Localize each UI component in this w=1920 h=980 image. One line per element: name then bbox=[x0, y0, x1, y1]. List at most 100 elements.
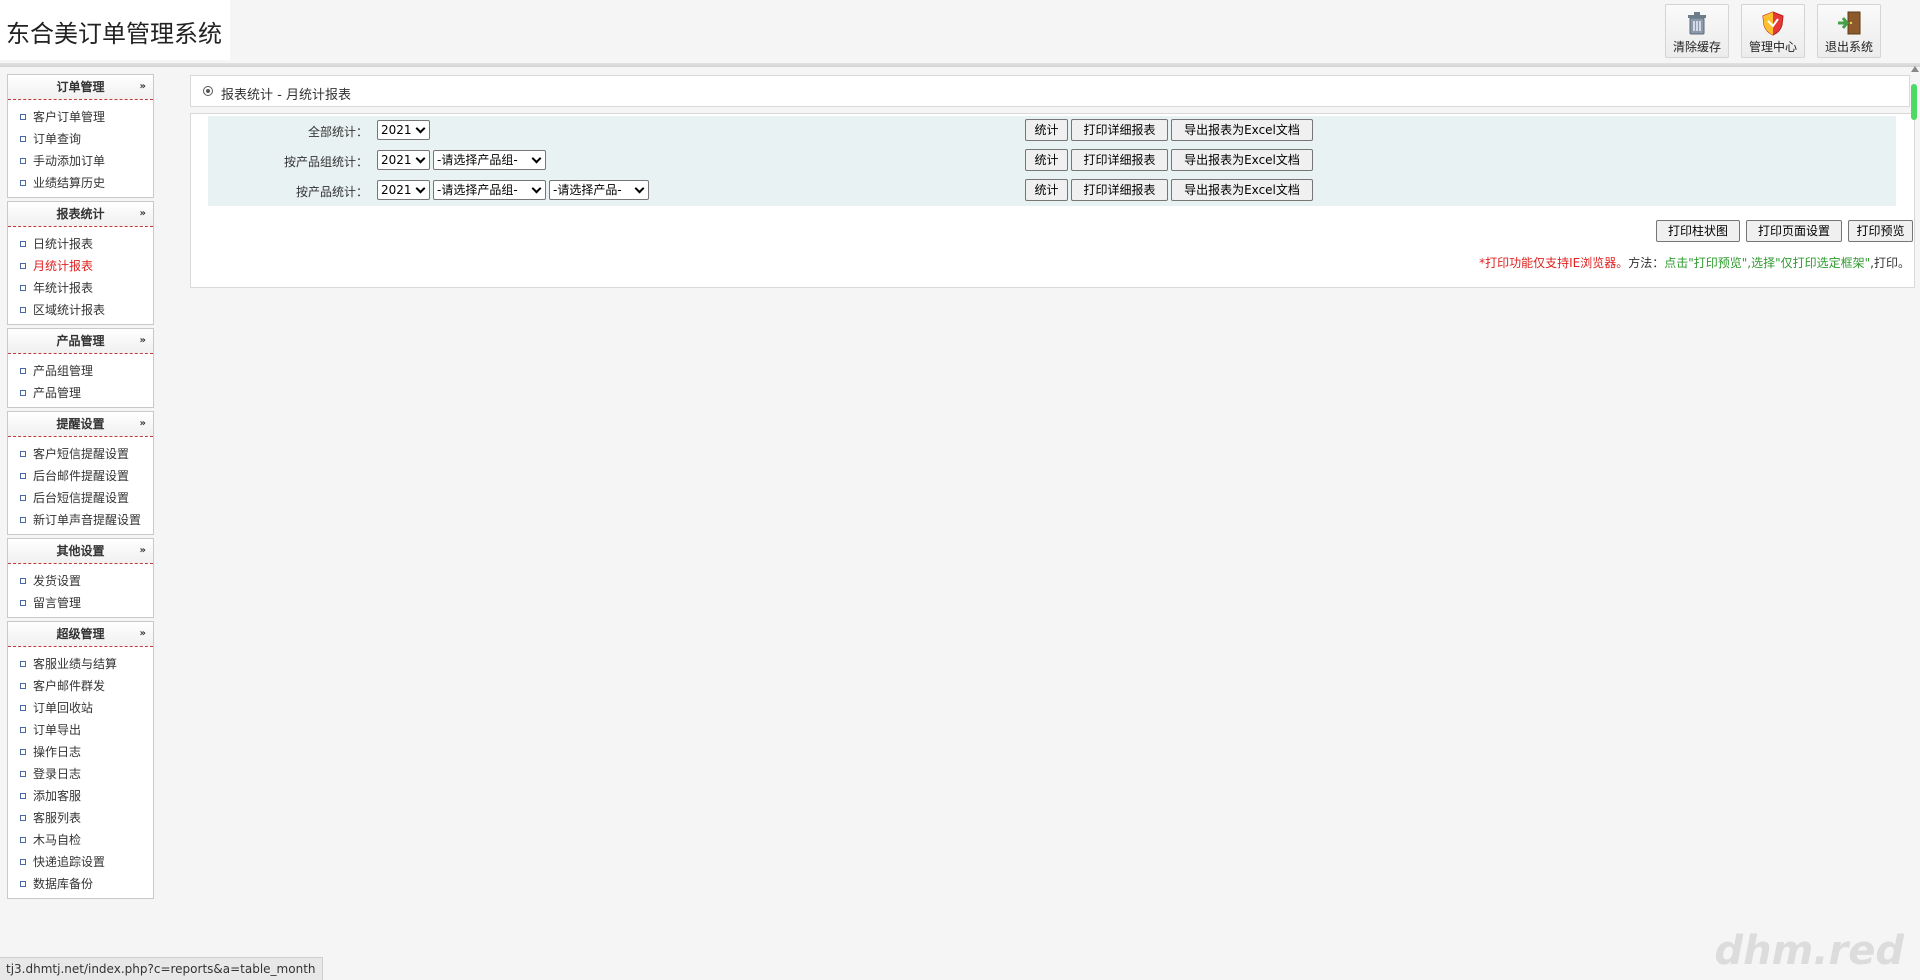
sidebar-item-express-tracking[interactable]: 快递追踪设置 bbox=[8, 851, 153, 873]
clear-cache-button[interactable]: 清除缓存 bbox=[1665, 4, 1729, 58]
year-select[interactable]: 2021 bbox=[377, 120, 430, 140]
bullet-icon bbox=[20, 578, 26, 584]
bullet-icon bbox=[20, 881, 26, 887]
breadcrumb: 报表统计 - 月统计报表 bbox=[190, 75, 1910, 107]
sidebar-item-messages[interactable]: 留言管理 bbox=[8, 592, 153, 614]
print-detail-button[interactable]: 打印详细报表 bbox=[1071, 119, 1168, 141]
year-select[interactable]: 2021 bbox=[377, 150, 430, 170]
sidebar-item-label: 订单回收站 bbox=[33, 701, 94, 715]
sidebar-item-products[interactable]: 产品管理 bbox=[8, 382, 153, 404]
panel-header-products[interactable]: 产品管理 » bbox=[8, 329, 153, 354]
bullet-icon bbox=[20, 600, 26, 606]
sidebar-item-label: 年统计报表 bbox=[33, 281, 94, 295]
bullet-icon bbox=[20, 451, 26, 457]
print-note-end: ,打印。 bbox=[1870, 256, 1910, 270]
panel-header-orders[interactable]: 订单管理 » bbox=[8, 75, 153, 100]
sidebar-item-region-report[interactable]: 区域统计报表 bbox=[8, 299, 153, 321]
product-group-select[interactable]: -请选择产品组- bbox=[433, 180, 546, 200]
report-content: 全部统计： 2021 统计 打印详细报表 导出报表为Excel文档 按产品组统计… bbox=[190, 113, 1915, 288]
sidebar-item-db-backup[interactable]: 数据库备份 bbox=[8, 873, 153, 895]
sidebar-item-monthly-report[interactable]: 月统计报表 bbox=[8, 255, 153, 277]
sidebar-item-product-groups[interactable]: 产品组管理 bbox=[8, 360, 153, 382]
sidebar-item-label: 月统计报表 bbox=[33, 259, 94, 273]
product-group-select[interactable]: -请选择产品组- bbox=[433, 150, 546, 170]
panel-title: 报表统计 bbox=[56, 207, 105, 221]
export-excel-button[interactable]: 导出报表为Excel文档 bbox=[1171, 179, 1313, 201]
filter-label: 按产品统计： bbox=[295, 185, 368, 199]
panel-title: 其他设置 bbox=[56, 544, 105, 558]
chevron-down-icon: » bbox=[139, 418, 146, 429]
scroll-up-arrow-icon[interactable] bbox=[1911, 66, 1919, 72]
sidebar-item-staff-performance[interactable]: 客服业绩与结算 bbox=[8, 653, 153, 675]
year-select[interactable]: 2021 bbox=[377, 180, 430, 200]
chevron-down-icon: » bbox=[139, 335, 146, 346]
panel-title: 提醒设置 bbox=[56, 417, 105, 431]
sidebar-item-bulk-email[interactable]: 客户邮件群发 bbox=[8, 675, 153, 697]
panel-header-reminders[interactable]: 提醒设置 » bbox=[8, 412, 153, 437]
sidebar-item-login-log[interactable]: 登录日志 bbox=[8, 763, 153, 785]
sidebar-item-sound-alert[interactable]: 新订单声音提醒设置 bbox=[8, 509, 153, 531]
bullet-icon bbox=[20, 285, 26, 291]
sidebar-item-trojan-check[interactable]: 木马自检 bbox=[8, 829, 153, 851]
panel-title: 产品管理 bbox=[56, 334, 105, 348]
sidebar-item-order-export[interactable]: 订单导出 bbox=[8, 719, 153, 741]
sidebar-item-label: 操作日志 bbox=[33, 745, 82, 759]
filter-row-product: 按产品统计： 2021 -请选择产品组- -请选择产品- 统计 打印详细报表 导… bbox=[208, 179, 1896, 203]
sidebar-item-label: 客户短信提醒设置 bbox=[33, 447, 130, 461]
sidebar-item-label: 客户订单管理 bbox=[33, 110, 106, 124]
admin-center-button[interactable]: 管理中心 bbox=[1741, 4, 1805, 58]
sidebar-item-label: 业绩结算历史 bbox=[33, 176, 106, 190]
sidebar-item-label: 发货设置 bbox=[33, 574, 82, 588]
sidebar-item-order-query[interactable]: 订单查询 bbox=[8, 128, 153, 150]
scrollbar[interactable] bbox=[1911, 64, 1920, 120]
filter-row-product-group: 按产品组统计： 2021 -请选择产品组- 统计 打印详细报表 导出报表为Exc… bbox=[208, 149, 1896, 173]
clear-cache-label: 清除缓存 bbox=[1672, 40, 1721, 54]
watermark: dhm.red bbox=[1714, 928, 1904, 974]
trash-icon bbox=[1688, 12, 1706, 35]
sidebar-item-admin-email[interactable]: 后台邮件提醒设置 bbox=[8, 465, 153, 487]
print-detail-button[interactable]: 打印详细报表 bbox=[1071, 179, 1168, 201]
print-bar-chart-button[interactable]: 打印柱状图 bbox=[1656, 220, 1740, 242]
bullet-icon bbox=[20, 307, 26, 313]
stat-button[interactable]: 统计 bbox=[1025, 149, 1068, 171]
panel-header-super-admin[interactable]: 超级管理 » bbox=[8, 622, 153, 647]
sidebar-item-label: 数据库备份 bbox=[33, 877, 94, 891]
sidebar-panel-orders: 订单管理 » 客户订单管理 订单查询 手动添加订单 业绩结算历史 bbox=[7, 74, 154, 198]
sidebar-item-label: 后台短信提醒设置 bbox=[33, 491, 130, 505]
sidebar-item-label: 留言管理 bbox=[33, 596, 82, 610]
sidebar-item-customer-orders[interactable]: 客户订单管理 bbox=[8, 106, 153, 128]
sidebar-item-label: 登录日志 bbox=[33, 767, 82, 781]
product-select[interactable]: -请选择产品- bbox=[549, 180, 649, 200]
sidebar-item-staff-list[interactable]: 客服列表 bbox=[8, 807, 153, 829]
chevron-down-icon: » bbox=[139, 545, 146, 556]
scroll-thumb[interactable] bbox=[1911, 84, 1917, 120]
stat-button[interactable]: 统计 bbox=[1025, 179, 1068, 201]
sidebar-item-daily-report[interactable]: 日统计报表 bbox=[8, 233, 153, 255]
sidebar-item-add-order[interactable]: 手动添加订单 bbox=[8, 150, 153, 172]
sidebar-panel-super-admin: 超级管理 » 客服业绩与结算 客户邮件群发 订单回收站 订单导出 操作日志 登录… bbox=[7, 621, 154, 899]
sidebar-item-order-recycle[interactable]: 订单回收站 bbox=[8, 697, 153, 719]
panel-header-other[interactable]: 其他设置 » bbox=[8, 539, 153, 564]
sidebar-item-customer-sms[interactable]: 客户短信提醒设置 bbox=[8, 443, 153, 465]
print-preview-button[interactable]: 打印预览 bbox=[1848, 220, 1913, 242]
export-excel-button[interactable]: 导出报表为Excel文档 bbox=[1171, 149, 1313, 171]
print-detail-button[interactable]: 打印详细报表 bbox=[1071, 149, 1168, 171]
panel-header-reports[interactable]: 报表统计 » bbox=[8, 202, 153, 227]
sidebar-item-yearly-report[interactable]: 年统计报表 bbox=[8, 277, 153, 299]
bullet-icon bbox=[20, 815, 26, 821]
print-page-setup-button[interactable]: 打印页面设置 bbox=[1746, 220, 1842, 242]
export-excel-button[interactable]: 导出报表为Excel文档 bbox=[1171, 119, 1313, 141]
logout-button[interactable]: 退出系统 bbox=[1817, 4, 1881, 58]
sidebar-item-shipping[interactable]: 发货设置 bbox=[8, 570, 153, 592]
shield-icon bbox=[1762, 11, 1784, 36]
sidebar-item-add-staff[interactable]: 添加客服 bbox=[8, 785, 153, 807]
admin-center-label: 管理中心 bbox=[1748, 40, 1797, 54]
sidebar-item-operation-log[interactable]: 操作日志 bbox=[8, 741, 153, 763]
filter-label: 按产品组统计： bbox=[283, 155, 368, 169]
sidebar-item-admin-sms[interactable]: 后台短信提醒设置 bbox=[8, 487, 153, 509]
bullet-icon bbox=[20, 473, 26, 479]
bullet-icon bbox=[20, 661, 26, 667]
sidebar-item-settlement-history[interactable]: 业绩结算历史 bbox=[8, 172, 153, 194]
sidebar-item-label: 客服列表 bbox=[33, 811, 82, 825]
stat-button[interactable]: 统计 bbox=[1025, 119, 1068, 141]
